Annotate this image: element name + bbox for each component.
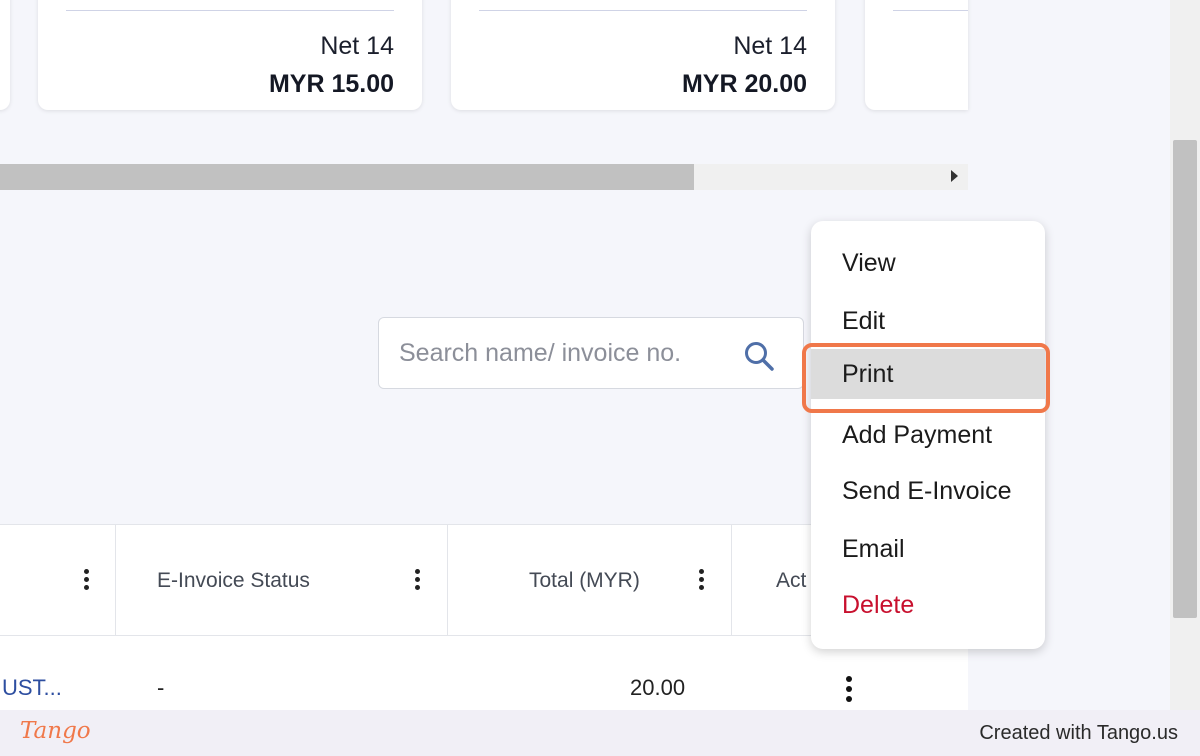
menu-item-send-e-invoice[interactable]: Send E-Invoice: [811, 466, 1045, 516]
card-payment-term: Net 14: [733, 32, 807, 60]
menu-item-edit[interactable]: Edit: [811, 296, 1045, 346]
search-input[interactable]: [379, 318, 729, 388]
card-amount: MYR 20.00: [681, 70, 807, 98]
row-actions-icon[interactable]: [846, 676, 853, 706]
einvoice-status-cell: -: [157, 675, 165, 700]
card-payment-term: Net 14: [320, 32, 394, 60]
menu-item-email[interactable]: Email: [811, 524, 1045, 574]
tutorial-highlight: [802, 343, 1050, 413]
tango-credit: Created with Tango.us: [979, 722, 1178, 744]
actions-menu: View Edit Print Add Payment Send E-Invoi…: [811, 221, 1045, 649]
vertical-scrollbar[interactable]: [1170, 0, 1200, 712]
card-divider: [479, 10, 807, 11]
scroll-right-arrow-icon[interactable]: [951, 170, 958, 182]
partial-summary-card-left: [0, 0, 10, 110]
card-amount: MYR 15.00: [268, 70, 394, 98]
vertical-scroll-thumb[interactable]: [1173, 140, 1197, 618]
column-header-einvoice-status[interactable]: E-Invoice Status: [116, 525, 448, 635]
horizontal-scroll-thumb[interactable]: [0, 164, 694, 190]
search-box: [378, 317, 804, 389]
menu-item-delete[interactable]: Delete: [811, 580, 1045, 630]
column-menu-icon[interactable]: [84, 569, 90, 591]
summary-card[interactable]: Net 14 MYR 15.00: [38, 0, 422, 110]
card-divider: [66, 10, 394, 11]
total-cell: 20.00: [630, 675, 686, 700]
tango-logo: Tango: [20, 718, 91, 744]
column-header-label: Act: [776, 569, 807, 592]
tango-footer: Tango Created with Tango.us: [0, 710, 1200, 756]
card-divider: [893, 10, 968, 11]
column-header-label: Total (MYR): [529, 569, 640, 592]
menu-item-view[interactable]: View: [811, 238, 1045, 288]
column-header-total[interactable]: Total (MYR): [448, 525, 732, 635]
column-header-customer: [0, 525, 116, 635]
menu-item-add-payment[interactable]: Add Payment: [811, 410, 1045, 460]
column-header-label: E-Invoice Status: [157, 569, 310, 592]
summary-card[interactable]: Net 14 MYR 20.00: [451, 0, 835, 110]
search-icon[interactable]: [743, 340, 777, 374]
summary-card-partial[interactable]: [865, 0, 968, 110]
customer-link[interactable]: UST...: [2, 675, 62, 701]
horizontal-scrollbar[interactable]: [0, 164, 968, 190]
column-menu-icon[interactable]: [415, 569, 421, 591]
column-menu-icon[interactable]: [699, 569, 705, 591]
